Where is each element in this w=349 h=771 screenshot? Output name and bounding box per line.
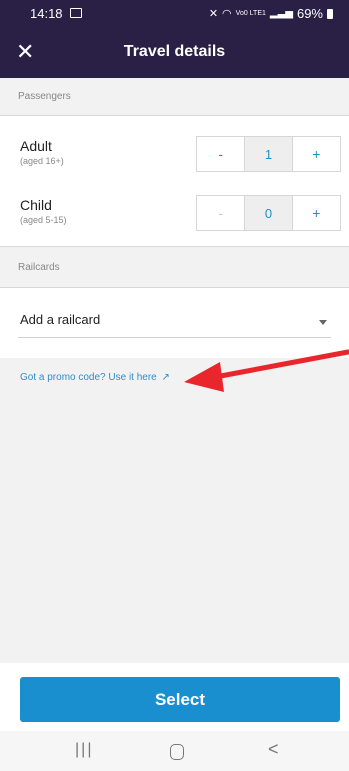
battery-percent: 69% [296,6,323,21]
adult-minus-button[interactable]: - [197,137,244,171]
gallery-icon [70,8,82,18]
adult-stepper: - 1 + [196,136,341,172]
recent-apps-icon[interactable]: ||| [75,741,93,759]
status-bar: 14:18 ✕ ◠ Vo0 LTE1 ▂▃▅ 69% [0,0,349,28]
chevron-down-icon [319,320,327,325]
passengers-header: Passengers [0,78,349,116]
home-icon[interactable] [170,744,184,760]
adult-age: (aged 16+) [20,156,64,166]
railcard-dropdown[interactable]: Add a railcard [18,304,331,338]
child-stepper: - 0 + [196,195,341,231]
promo-code-text: Got a promo code? Use it here [20,372,157,383]
system-nav-bar: ||| < [0,731,349,771]
adult-count: 1 [244,137,293,171]
wifi-icon: ◠ [222,8,232,20]
adult-name: Adult [20,138,52,154]
back-icon[interactable]: < [268,739,279,760]
annotation-arrow-icon [184,349,349,392]
signal-icon: ▂▃▅ [269,8,293,19]
railcards-header: Railcards [0,246,349,288]
app-bar: ✕ Travel details [0,28,349,78]
railcard-dropdown-label: Add a railcard [20,312,101,327]
child-plus-button[interactable]: + [293,196,340,230]
child-minus-button[interactable]: - [197,196,244,230]
child-age: (aged 5-15) [20,215,67,225]
mute-icon: ✕ [208,8,219,20]
adult-label: Adult (aged 16+) [20,138,64,166]
battery-icon [327,8,333,19]
status-time: 14:18 [30,6,63,21]
adult-plus-button[interactable]: + [293,137,340,171]
page-title: Travel details [123,43,226,60]
child-count: 0 [244,196,293,230]
network-indicator: Vo0 LTE1 [235,10,266,17]
child-name: Child [20,197,52,213]
external-link-icon: ↗ [161,372,170,383]
select-button[interactable]: Select [20,677,340,722]
child-label: Child (aged 5-15) [20,197,67,225]
promo-code-link[interactable]: Got a promo code? Use it here ↗ [20,372,170,383]
status-right: ✕ ◠ Vo0 LTE1 ▂▃▅ 69% [209,6,333,21]
